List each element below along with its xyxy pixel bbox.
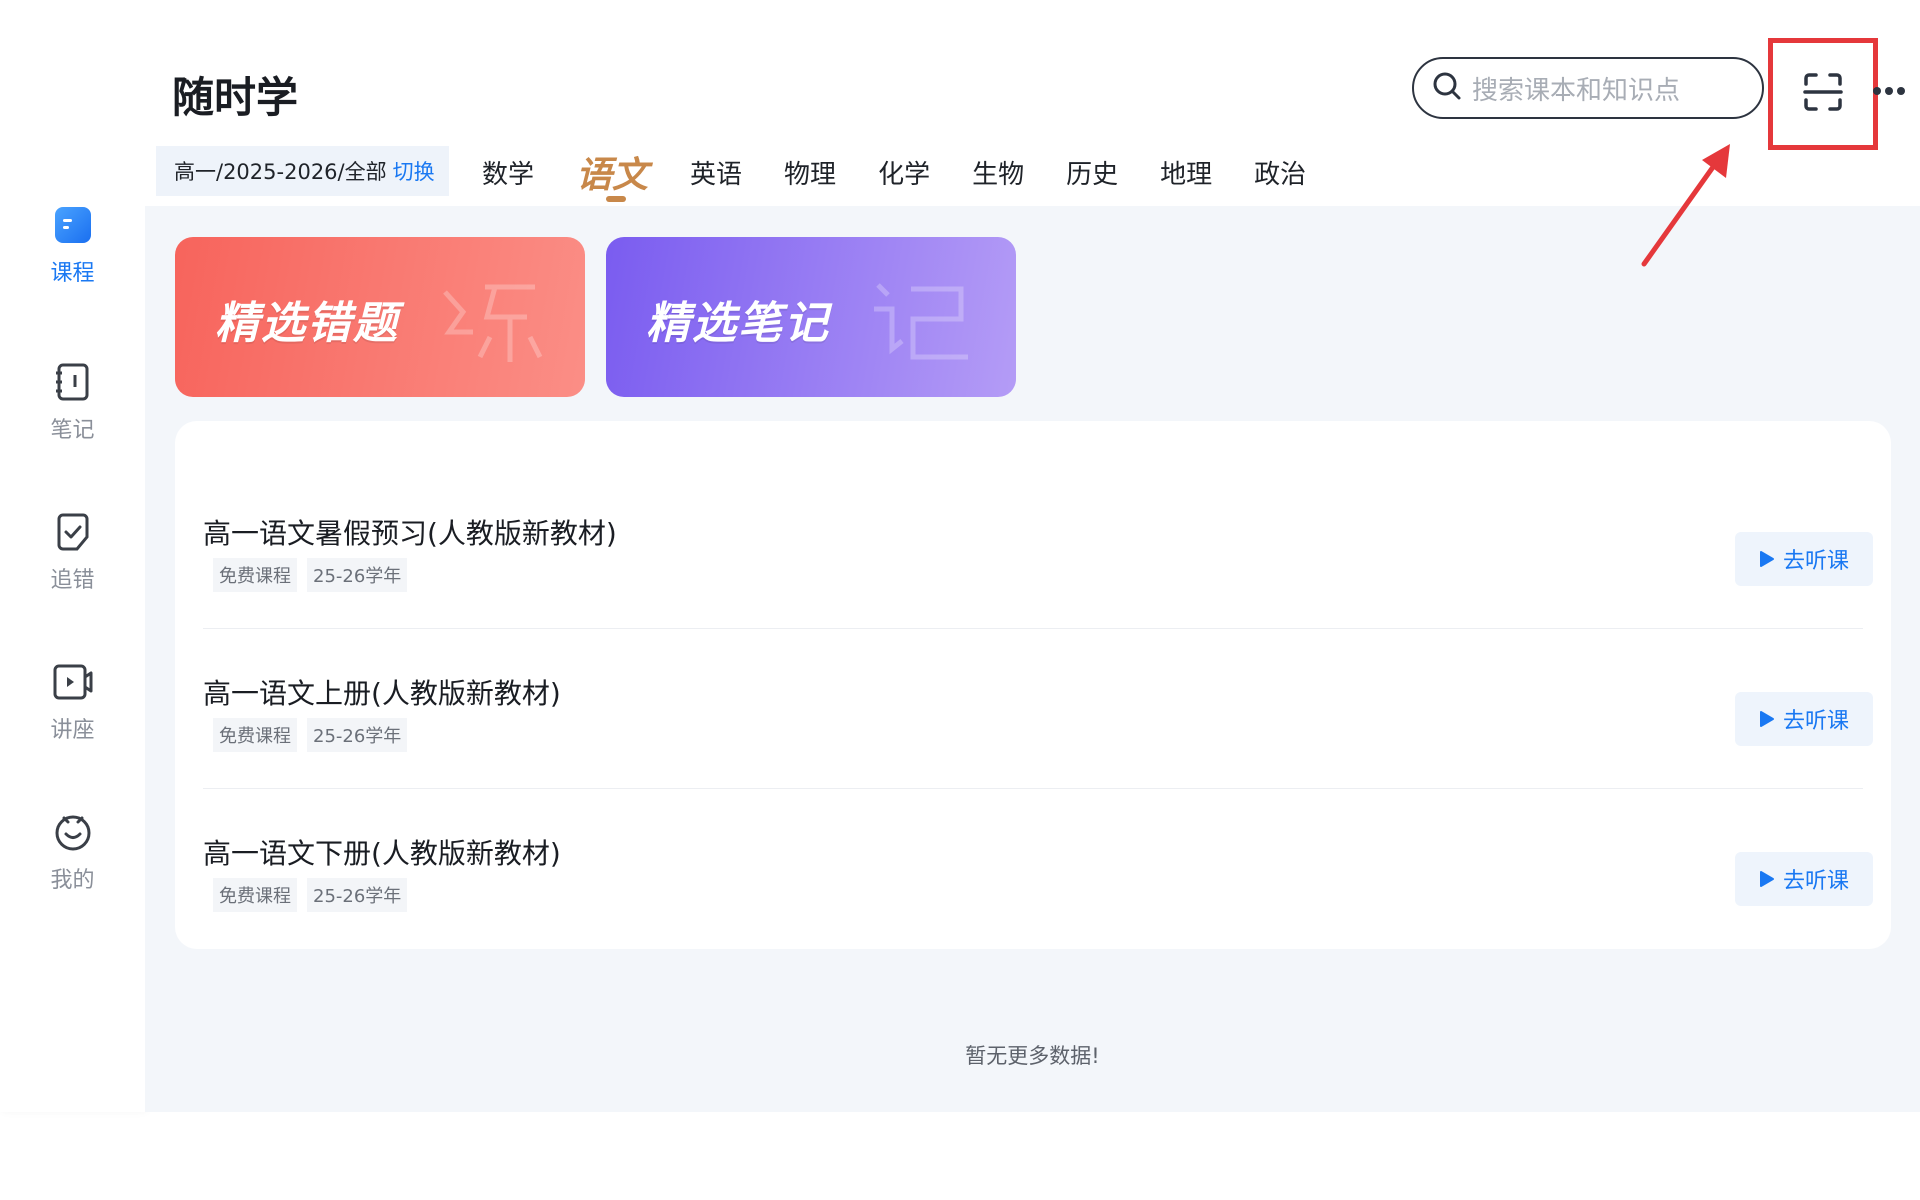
card-title: 精选笔记 xyxy=(646,298,830,349)
tag-year: 25-26学年 xyxy=(307,718,408,752)
tab-math[interactable]: 数学 xyxy=(482,146,534,191)
play-icon xyxy=(1759,711,1774,727)
tab-biology[interactable]: 生物 xyxy=(972,146,1024,191)
go-listen-label: 去听课 xyxy=(1782,549,1849,574)
tab-chemistry[interactable]: 化学 xyxy=(878,146,930,191)
sidebar-item-label: 我的 xyxy=(50,868,95,893)
tab-chinese[interactable]: 语文 xyxy=(576,146,648,202)
divider xyxy=(203,788,1863,789)
practice-watermark-icon xyxy=(443,284,543,362)
go-listen-label: 去听课 xyxy=(1782,869,1849,894)
tab-physics[interactable]: 物理 xyxy=(784,146,836,191)
header: 随时学 搜索课本和知识点 高一/2025-2026/全部 切换 数学 语文 英语… xyxy=(145,0,1920,206)
sidebar-item-mine[interactable]: 我的 xyxy=(0,812,145,894)
main-content: 随时学 搜索课本和知识点 高一/2025-2026/全部 切换 数学 语文 英语… xyxy=(145,0,1920,1112)
list-item[interactable]: 高一语文上册(人教版新教材) 免费课程 25-26学年 去听课 xyxy=(203,672,1873,832)
sidebar-item-notes[interactable]: 笔记 xyxy=(0,362,145,444)
video-camera-icon xyxy=(53,662,93,702)
sidebar-item-lecture[interactable]: 讲座 xyxy=(0,662,145,744)
course-tags: 免费课程 25-26学年 xyxy=(213,718,417,752)
sidebar-item-label: 讲座 xyxy=(50,718,95,743)
scan-icon xyxy=(1803,73,1843,115)
play-icon xyxy=(1759,871,1774,887)
list-item[interactable]: 高一语文下册(人教版新教材) 免费课程 25-26学年 去听课 xyxy=(203,832,1873,992)
selected-notes-card[interactable]: 精选笔记 xyxy=(606,237,1016,397)
notebook-icon xyxy=(53,362,93,402)
search-input[interactable]: 搜索课本和知识点 xyxy=(1412,57,1764,119)
course-title: 高一语文上册(人教版新教材) xyxy=(203,677,561,710)
go-listen-button[interactable]: 去听课 xyxy=(1735,852,1873,906)
grade-text: 高一/2025-2026/全部 xyxy=(174,160,387,184)
no-more-data-text: 暂无更多数据! xyxy=(965,1044,1100,1068)
page-title: 随时学 xyxy=(172,73,299,122)
tag-year: 25-26学年 xyxy=(307,558,408,592)
tab-history[interactable]: 历史 xyxy=(1066,146,1118,191)
checkbox-icon xyxy=(53,512,93,552)
go-listen-button[interactable]: 去听课 xyxy=(1735,532,1873,586)
course-tags: 免费课程 25-26学年 xyxy=(213,878,417,912)
selected-mistakes-card[interactable]: 精选错题 xyxy=(175,237,585,397)
tag-free: 免费课程 xyxy=(213,558,297,592)
tag-year: 25-26学年 xyxy=(307,878,408,912)
notes-watermark-icon xyxy=(874,283,968,360)
go-listen-button[interactable]: 去听课 xyxy=(1735,692,1873,746)
sidebar-item-label: 课程 xyxy=(50,261,95,286)
tab-geography[interactable]: 地理 xyxy=(1160,146,1212,191)
grade-selector[interactable]: 高一/2025-2026/全部 切换 xyxy=(156,146,449,196)
more-dots-icon xyxy=(1872,81,1906,100)
sidebar-item-course[interactable]: 课程 xyxy=(0,205,145,287)
more-button[interactable] xyxy=(1858,70,1920,110)
play-icon xyxy=(1759,551,1774,567)
search-placeholder: 搜索课本和知识点 xyxy=(1472,75,1681,106)
list-item[interactable]: 高一语文暑假预习(人教版新教材) 免费课程 25-26学年 去听课 xyxy=(203,512,1873,672)
divider xyxy=(203,628,1863,629)
face-icon xyxy=(53,812,93,852)
course-icon xyxy=(53,205,93,245)
course-list: 高一语文暑假预习(人教版新教材) 免费课程 25-26学年 去听课 高一语文上册… xyxy=(175,421,1891,949)
tag-free: 免费课程 xyxy=(213,718,297,752)
switch-grade-link[interactable]: 切换 xyxy=(393,156,435,186)
course-title: 高一语文下册(人教版新教材) xyxy=(203,837,561,870)
sidebar: 课程 笔记 追错 讲座 我的 xyxy=(0,0,145,1112)
sidebar-item-label: 笔记 xyxy=(50,418,95,443)
sidebar-item-label: 追错 xyxy=(50,568,95,593)
course-title: 高一语文暑假预习(人教版新教材) xyxy=(203,517,617,550)
subject-tabs: 数学 语文 英语 物理 化学 生物 历史 地理 政治 xyxy=(482,146,1348,206)
search-icon xyxy=(1432,71,1462,105)
sidebar-item-mistakes[interactable]: 追错 xyxy=(0,512,145,594)
tag-free: 免费课程 xyxy=(213,878,297,912)
tab-english[interactable]: 英语 xyxy=(690,146,742,191)
course-tags: 免费课程 25-26学年 xyxy=(213,558,417,592)
card-title: 精选错题 xyxy=(215,298,399,349)
tab-politics[interactable]: 政治 xyxy=(1254,146,1306,191)
go-listen-label: 去听课 xyxy=(1782,709,1849,734)
